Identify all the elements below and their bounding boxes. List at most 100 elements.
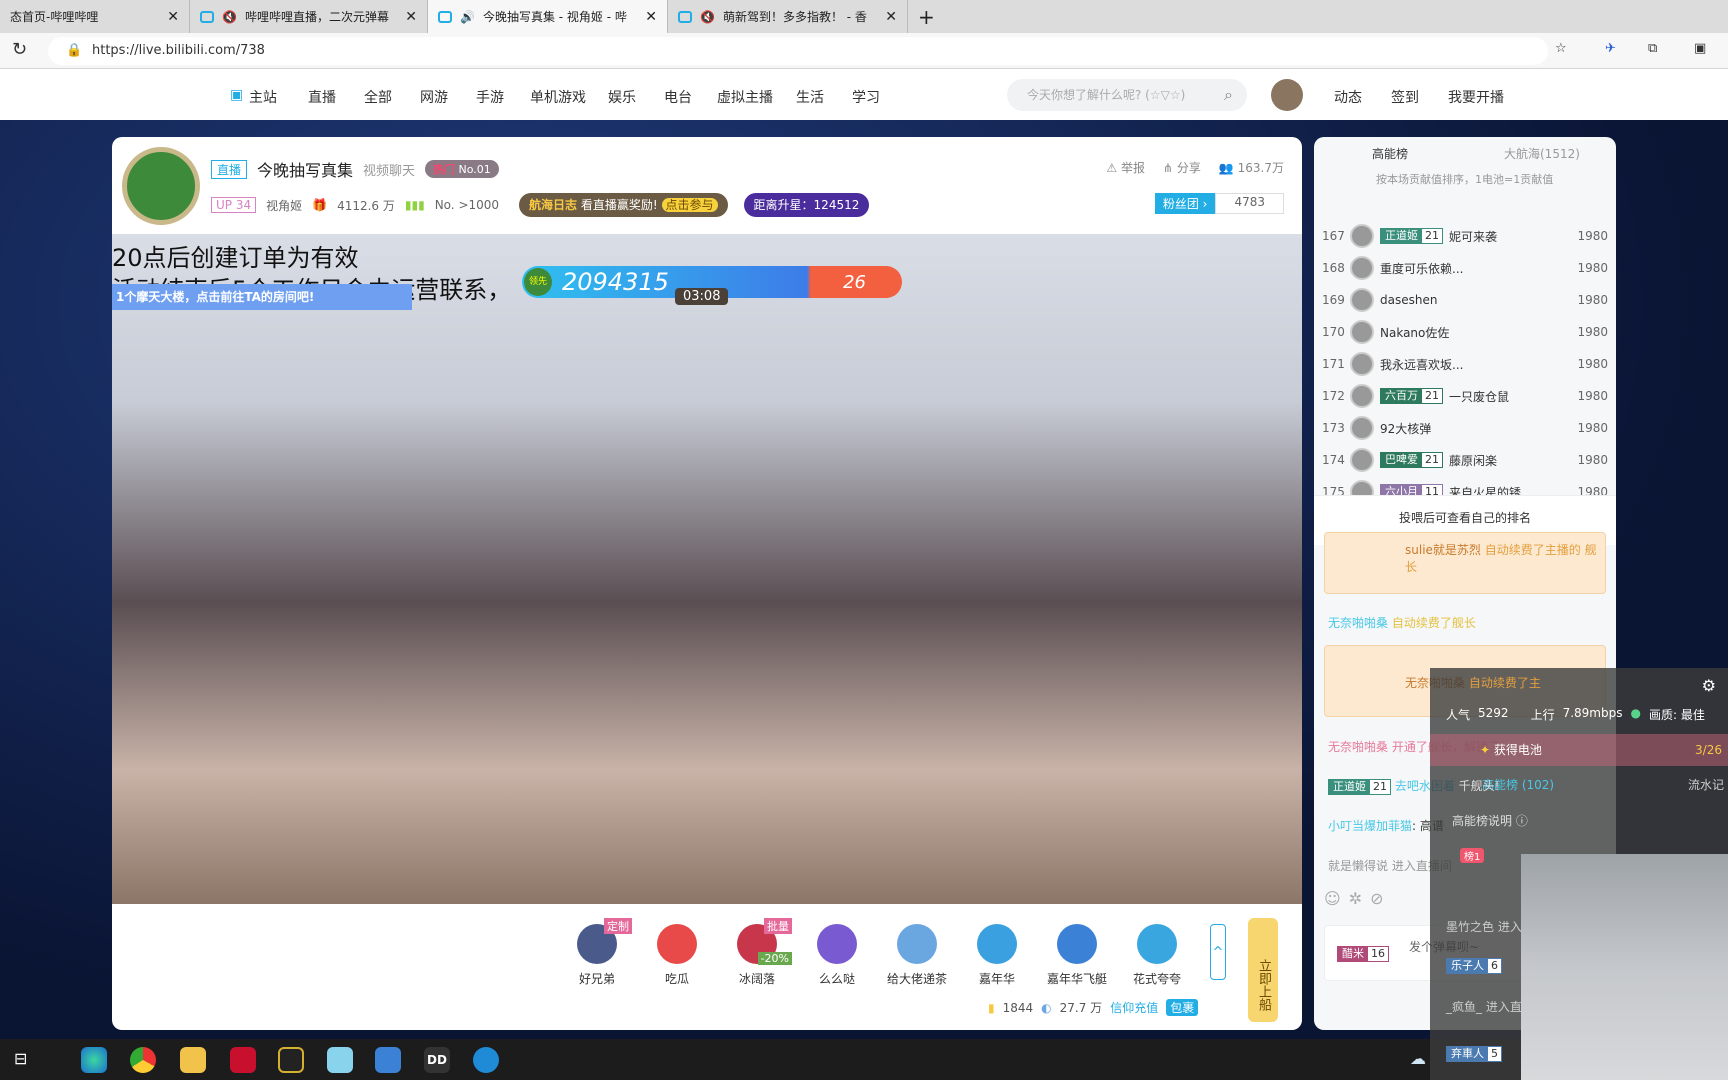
ranking-row[interactable]: 168 重度可乐依赖... 1980 [1322, 252, 1608, 284]
app-blue-icon[interactable] [375, 1047, 401, 1073]
emoji-icon[interactable]: ☺ [1324, 889, 1349, 908]
dd-app-icon[interactable]: DD [424, 1047, 450, 1073]
tab-guard[interactable]: 大航海(1512) [1504, 145, 1580, 162]
search-input[interactable]: 今天你想了解什么呢? (☆▽☆) ⌕ [1007, 79, 1247, 111]
chrome-icon[interactable] [130, 1047, 156, 1073]
score: 1980 [1577, 357, 1608, 371]
close-icon[interactable]: ✕ [645, 9, 657, 25]
gift-item[interactable]: 吃瓜 [642, 924, 712, 987]
nav-live[interactable]: 直播 [308, 87, 336, 107]
nav-main[interactable]: 主站 [249, 87, 277, 107]
star-progress[interactable]: 距离升星：124512 [743, 193, 870, 217]
gift-item[interactable]: 冰阔落 批量 -20% [722, 918, 792, 987]
gift-item[interactable]: 给大佬递茶 [882, 924, 952, 987]
effects-icon[interactable]: ✲ [1349, 889, 1370, 908]
bag-button[interactable]: 包裹 [1166, 999, 1199, 1016]
close-icon[interactable]: ✕ [167, 9, 179, 25]
url-input[interactable]: 🔒 https://live.bilibili.com/738 [48, 37, 1548, 65]
nav-single-games[interactable]: 单机游戏 [530, 87, 586, 107]
nav-online-games[interactable]: 网游 [420, 87, 448, 107]
favorite-icon[interactable]: ☆ [1555, 41, 1567, 56]
tab-2[interactable]: 🔇 哔哩哔哩直播，二次元弹幕 ✕ [190, 0, 428, 33]
nav-life[interactable]: 生活 [796, 87, 824, 107]
nav-all[interactable]: 全部 [364, 87, 392, 107]
gift-item[interactable]: 好兄弟 定制 [562, 918, 632, 987]
ranking-row[interactable]: 169 daseshen 1980 [1322, 284, 1608, 316]
extensions-icon[interactable]: ⧉ [1648, 41, 1657, 56]
room-category[interactable]: 视频聊天 [363, 160, 415, 179]
pk-timer: 03:08 [675, 288, 729, 305]
gift-item[interactable]: 么么哒 [802, 924, 872, 987]
close-icon[interactable]: ✕ [885, 9, 897, 25]
nav-study[interactable]: 学习 [852, 87, 880, 107]
nav-checkin[interactable]: 签到 [1391, 87, 1419, 107]
coin-balance: 27.7 万 [1059, 1001, 1103, 1015]
ranking-row[interactable]: 170 Nakano佐佐 1980 [1322, 316, 1608, 348]
ranking-row[interactable]: 172 六百万 21 一只废仓鼠 1980 [1322, 380, 1608, 412]
settings-icon[interactable]: ⚙ [1702, 676, 1716, 695]
netease-music-icon[interactable] [230, 1047, 256, 1073]
room-notice-banner[interactable]: 1个摩天大楼，点击前往TA的房间吧! [112, 284, 412, 310]
speaker-icon[interactable]: 🔊 [460, 10, 475, 24]
recharge-link[interactable]: 信仰充值 [1110, 999, 1158, 1016]
board-ship-button[interactable]: 立即上船 [1248, 918, 1278, 1022]
nav-mobile-games[interactable]: 手游 [476, 87, 504, 107]
gift-bar: 好兄弟 定制 吃瓜 冰阔落 批量 -20% 么么哒 给大佬递茶 嘉年华 嘉年华飞艇 花式夸夸 ^ 立… [112, 904, 1302, 1030]
bilibili-icon [678, 10, 692, 23]
tab-1[interactable]: 态首页-哔哩哔哩 ✕ [0, 0, 190, 33]
live-video[interactable]: 20点后创建订单为有效 活动结束后5个工作日会由运营联系， 1个摩天大楼，点击前… [112, 234, 1302, 904]
mute-icon[interactable]: 🔇 [222, 10, 237, 24]
nav-radio[interactable]: 电台 [664, 87, 692, 107]
score: 1980 [1577, 453, 1608, 467]
user-name: 我永远喜欢坂... [1380, 357, 1464, 372]
tab-high-energy[interactable]: 高能榜 [1372, 145, 1408, 162]
anchor-name[interactable]: 视角姬 [266, 197, 302, 214]
report-button[interactable]: ⚠ 举报 [1106, 159, 1145, 176]
tab-4[interactable]: 🔇 萌新驾到！多多指教！ - 香 ✕ [668, 0, 908, 33]
nav-start-live[interactable]: 我要开播 [1448, 87, 1504, 107]
refresh-icon[interactable]: ↻ [12, 39, 27, 60]
voyage-banner[interactable]: 航海日志 看直播赢奖励! 点击参与 [519, 193, 728, 217]
ranking-row[interactable]: 173 92大核弹 1980 [1322, 412, 1608, 444]
file-explorer-icon[interactable] [180, 1047, 206, 1073]
search-icon[interactable]: ⌕ [1224, 79, 1233, 111]
task-view-icon[interactable]: ⊟ [14, 1049, 27, 1068]
fan-medal[interactable]: 醋米 16 [1337, 946, 1389, 962]
pk-score: 2094315 [562, 268, 669, 296]
share-button[interactable]: ⋔ 分享 [1163, 159, 1201, 176]
new-tab-button[interactable]: + [908, 0, 945, 33]
overlay-tab-flow[interactable]: 流水记 [1688, 776, 1724, 793]
collections-icon[interactable]: ▣ [1694, 41, 1706, 56]
nav-dynamic[interactable]: 动态 [1334, 87, 1362, 107]
edge-icon[interactable] [81, 1047, 107, 1073]
anchor-avatar[interactable] [122, 147, 200, 225]
phone-app-icon[interactable] [473, 1047, 499, 1073]
mute-icon[interactable]: 🔇 [700, 10, 715, 24]
gift-item[interactable]: 嘉年华 [962, 924, 1032, 987]
block-danmaku-icon[interactable]: ⊘ [1370, 889, 1391, 908]
nav-vtuber[interactable]: 虚拟主播 [717, 87, 773, 107]
lock-icon[interactable]: 🔒 [66, 37, 82, 65]
gift-item[interactable]: 花式夸夸 [1122, 924, 1192, 987]
ranking-row[interactable]: 167 正道姬 21 妮可来袭 1980 [1322, 220, 1608, 252]
fan-club-button[interactable]: 粉丝团 › [1154, 193, 1216, 214]
nav-entertainment[interactable]: 娱乐 [608, 87, 636, 107]
avatar[interactable] [1271, 79, 1303, 111]
ranking-row[interactable]: 171 我永远喜欢坂... 1980 [1322, 348, 1608, 380]
score: 1980 [1577, 293, 1608, 307]
rank-explain-link[interactable]: 高能榜说明 ⓘ [1452, 812, 1528, 829]
user-avatar [1350, 256, 1374, 280]
weather-icon[interactable]: ☁ [1410, 1049, 1426, 1068]
app-anime-icon[interactable] [327, 1047, 353, 1073]
hot-rank-badge[interactable]: 热门 No.01 [425, 160, 499, 178]
extension-icon[interactable]: ✈ [1605, 41, 1616, 56]
bilibili-icon [438, 10, 452, 23]
gift-icon: 🎁 [312, 198, 328, 212]
app-g-icon[interactable] [278, 1047, 304, 1073]
up-level: UP 34 [211, 197, 257, 213]
gift-item[interactable]: 嘉年华飞艇 [1042, 924, 1112, 987]
ranking-row[interactable]: 174 巴啤爱 21 藤原闲楽 1980 [1322, 444, 1608, 476]
tab-3-active[interactable]: 🔊 今晚抽写真集 - 视角姬 - 哔 ✕ [428, 0, 668, 33]
expand-gifts-button[interactable]: ^ [1210, 924, 1226, 980]
close-icon[interactable]: ✕ [405, 9, 417, 25]
